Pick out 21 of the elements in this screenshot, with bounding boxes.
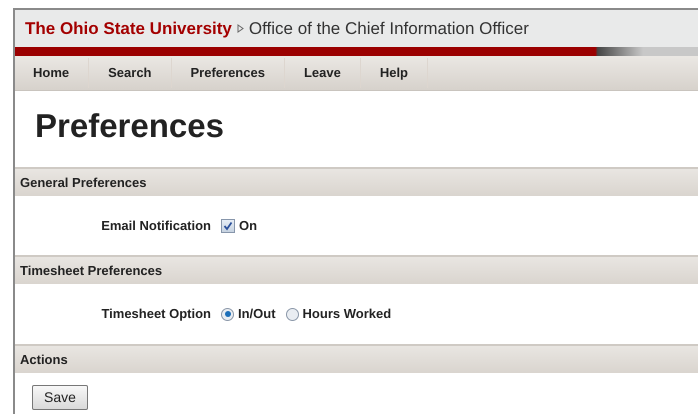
checkbox[interactable] bbox=[221, 218, 235, 232]
field-label: Email Notification bbox=[100, 216, 211, 235]
radio-button[interactable] bbox=[221, 308, 234, 320]
save-button[interactable]: Save bbox=[32, 385, 88, 410]
section-header: General Preferences bbox=[15, 167, 698, 196]
page-title: Preferences bbox=[34, 106, 225, 146]
nav-link[interactable]: Home bbox=[15, 58, 90, 88]
nav-link[interactable]: Help bbox=[360, 58, 428, 88]
field-label: Timesheet Option bbox=[100, 305, 211, 324]
nav-link[interactable]: Preferences bbox=[172, 58, 285, 88]
section-header: Actions bbox=[15, 344, 698, 373]
option-label: Hours Worked bbox=[302, 305, 392, 324]
option-label: In/Out bbox=[238, 305, 276, 324]
section-header: Timesheet Preferences bbox=[15, 255, 698, 284]
university-name: The Ohio State University bbox=[25, 18, 232, 40]
radio-button[interactable] bbox=[286, 308, 299, 320]
breadcrumb-arrow-icon bbox=[236, 24, 244, 33]
office-name: Office of the Chief Information Officer bbox=[248, 18, 529, 40]
nav-link[interactable]: Leave bbox=[284, 58, 361, 88]
option-label: On bbox=[239, 216, 258, 235]
nav-link[interactable]: Search bbox=[89, 58, 172, 88]
